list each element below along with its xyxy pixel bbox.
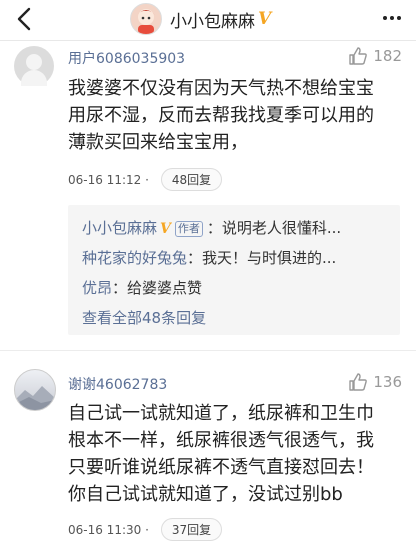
avatar[interactable]: [14, 369, 56, 411]
comment-text-line: 薄款买回来给宝宝用，: [68, 132, 248, 153]
reply-username[interactable]: 优昂: [82, 279, 112, 297]
back-icon[interactable]: [12, 4, 38, 34]
comment-text-line: 自己试一试就知道了，纸尿裤和卫生巾: [68, 403, 374, 424]
author-tag: 作者: [174, 220, 203, 237]
reply-count-button[interactable]: 48回复: [160, 168, 223, 191]
avatar[interactable]: [130, 3, 162, 35]
avatar[interactable]: [14, 46, 54, 86]
more-icon[interactable]: [380, 6, 404, 30]
like-button[interactable]: 182: [348, 46, 402, 66]
reply-item[interactable]: 优昂：给婆婆点赞: [82, 277, 202, 298]
comment-time: 06-16 11:30 ·: [68, 522, 149, 537]
like-count: 136: [373, 373, 402, 391]
like-count: 182: [373, 47, 402, 65]
comment-meta: 06-16 11:12 · 48回复: [68, 168, 223, 191]
comment-time: 06-16 11:12 ·: [68, 172, 149, 187]
reply-username[interactable]: 种花家的好兔兔: [82, 249, 187, 267]
comment-username[interactable]: 谢谢46062783: [68, 374, 167, 394]
reply-preview-box[interactable]: 小小包麻麻 V 作者 ：说明老人很懂科... 种花家的好兔兔：我天！与时俱进的... …: [68, 205, 400, 335]
thumbs-up-icon: [349, 47, 368, 65]
comment-text-line: 我婆婆不仅没有因为天气热不想给宝宝: [68, 78, 374, 99]
header-title[interactable]: 小小包麻麻 V: [130, 3, 271, 35]
verified-badge: V: [160, 221, 171, 237]
comment-text: 我婆婆不仅没有因为天气热不想给宝宝 用尿不湿，反而去帮我找夏季可以用的 薄款买回…: [68, 75, 406, 156]
divider: [0, 350, 416, 351]
reply-item[interactable]: 种花家的好兔兔：我天！与时俱进的...: [82, 247, 336, 268]
header-name: 小小包麻麻: [170, 11, 255, 32]
comment-text-line: 你自己试试就知道了，没试过别bb: [68, 484, 343, 505]
comment-text-line: 根本不一样，纸尿裤很透气很透气，我: [68, 430, 374, 451]
comment-text: 自己试一试就知道了，纸尿裤和卫生巾 根本不一样，纸尿裤很透气很透气，我 只要听谁…: [68, 400, 406, 508]
comment-username[interactable]: 用户6086035903: [68, 48, 185, 68]
reply-username[interactable]: 小小包麻麻: [82, 219, 157, 237]
view-all-replies-link[interactable]: 查看全部48条回复: [82, 307, 206, 328]
thumbs-up-icon: [349, 373, 368, 391]
comment-text-line: 只要听谁说纸尿裤不透气直接怼回去！: [68, 457, 374, 478]
verified-badge: V: [258, 9, 272, 29]
comment-text-line: 用尿不湿，反而去帮我找夏季可以用的: [68, 105, 374, 126]
like-button[interactable]: 136: [348, 372, 402, 392]
top-bar: 小小包麻麻 V: [0, 0, 416, 41]
reply-item[interactable]: 小小包麻麻 V 作者 ：说明老人很懂科...: [82, 217, 341, 238]
reply-count-button[interactable]: 37回复: [160, 518, 223, 541]
reply-text: ：我天！与时俱进的...: [187, 249, 337, 267]
reply-text: ：说明老人很懂科...: [206, 219, 342, 237]
reply-text: ：给婆婆点赞: [112, 279, 203, 297]
comment-meta: 06-16 11:30 · 37回复: [68, 518, 223, 541]
